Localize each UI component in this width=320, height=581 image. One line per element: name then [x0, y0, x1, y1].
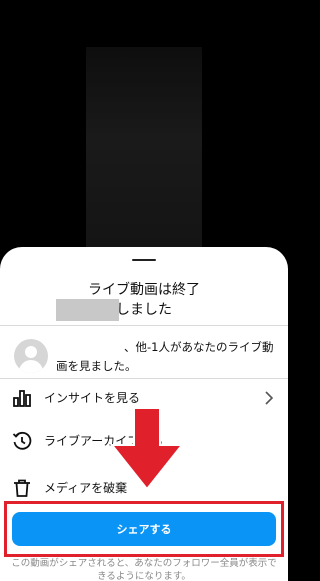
redacted-viewer-name [56, 299, 119, 321]
live-video-preview [86, 47, 202, 250]
trash-icon [14, 479, 30, 497]
avatar-body-icon [19, 360, 43, 373]
menu-item-live-archive-label: ライブアーカイブる [44, 433, 163, 449]
menu-item-insights[interactable]: インサイトを見る [0, 379, 288, 417]
history-icon [12, 431, 32, 450]
archive-label-text: ライブアーカイブ [44, 434, 140, 448]
archive-label-tail: る [151, 434, 164, 448]
sheet-grabber[interactable] [132, 259, 156, 261]
bottom-sheet: ライブ動画は終了 しました 、他-1人があなたのライブ動画を見ました。 インサイ… [0, 247, 288, 581]
menu-item-insights-label: インサイトを見る [44, 391, 141, 405]
viewers-summary[interactable]: 、他-1人があなたのライブ動画を見ました。 [56, 338, 280, 376]
menu-item-discard-media-label: メディアを破棄 [44, 481, 128, 495]
avatar[interactable] [14, 339, 48, 373]
chevron-right-icon [265, 391, 274, 405]
divider [0, 325, 288, 326]
share-button[interactable]: シェアする [12, 512, 276, 546]
avatar-head-icon [25, 346, 37, 358]
menu-item-live-archive[interactable]: ライブアーカイブる [0, 422, 288, 460]
share-footnote: この動画がシェアされると、あなたのフォロワー全員が表示できるようになります。 [11, 558, 277, 581]
bar-chart-icon [13, 390, 31, 407]
